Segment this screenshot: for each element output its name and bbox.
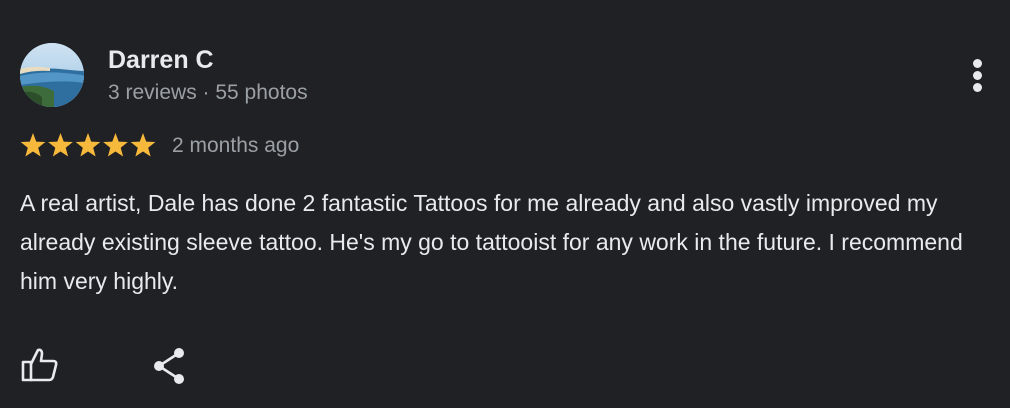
star-icon — [130, 133, 156, 157]
share-button[interactable] — [148, 344, 192, 388]
star-icon — [20, 133, 46, 157]
star-icon — [48, 133, 73, 157]
reviewer-stats[interactable]: 3 reviews · 55 photos — [108, 79, 308, 107]
review-text: A real artist, Dale has done 2 fantastic… — [20, 190, 963, 294]
share-icon — [154, 348, 184, 384]
reviewer-name[interactable]: Darren C — [108, 44, 214, 76]
avatar-image — [20, 43, 84, 107]
star-icon — [75, 133, 101, 157]
reviewer-avatar[interactable] — [20, 43, 84, 107]
more-options-button[interactable] — [962, 56, 994, 94]
review-card: Darren C 3 reviews · 55 photos 2 months … — [0, 0, 1010, 408]
star-icon — [103, 133, 128, 157]
review-date: 2 months ago — [172, 134, 300, 157]
star-rating — [20, 132, 160, 160]
thumb-up-icon — [21, 348, 58, 382]
like-button[interactable] — [18, 344, 62, 388]
